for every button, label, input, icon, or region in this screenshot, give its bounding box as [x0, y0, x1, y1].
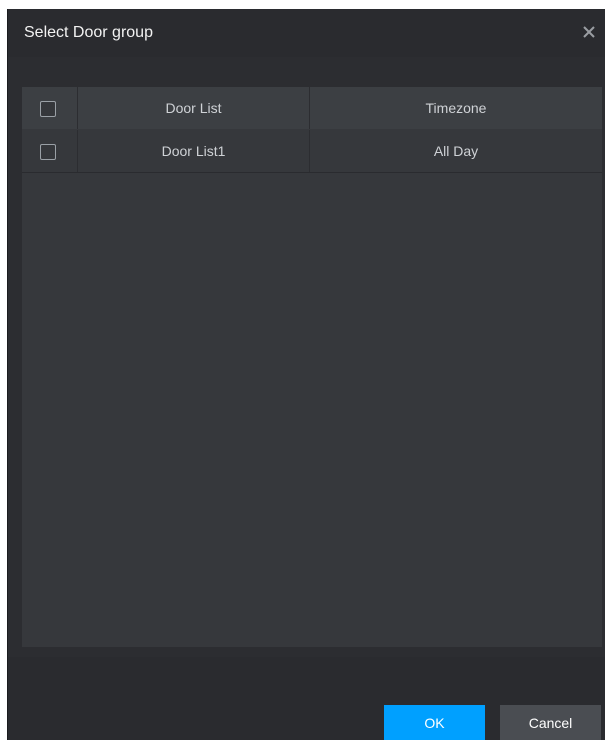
timezone-cell: All Day [433, 143, 479, 159]
ok-button[interactable]: OK [384, 705, 485, 740]
table-header: Door List Timezone [22, 87, 602, 129]
select-door-group-dialog: Select Door group Door List Timezone Doo… [7, 9, 605, 740]
row-check-cell [22, 130, 78, 172]
column-header-timezone[interactable]: Timezone [310, 87, 602, 129]
row-checkbox[interactable] [40, 144, 56, 160]
dialog-footer: OK Cancel [8, 657, 605, 740]
table-row[interactable]: Door List1 All Day [22, 130, 602, 173]
select-all-checkbox[interactable] [40, 101, 56, 117]
dialog-title: Select Door group [24, 24, 153, 41]
dialog-titlebar: Select Door group [8, 9, 605, 57]
door-group-table: Door List Timezone Door List1 All Day [22, 87, 602, 647]
door-list-cell: Door List1 [78, 130, 310, 172]
close-icon[interactable] [578, 21, 600, 43]
header-check-cell [22, 87, 78, 129]
cancel-button[interactable]: Cancel [500, 705, 601, 740]
column-header-door-list[interactable]: Door List [78, 87, 310, 129]
